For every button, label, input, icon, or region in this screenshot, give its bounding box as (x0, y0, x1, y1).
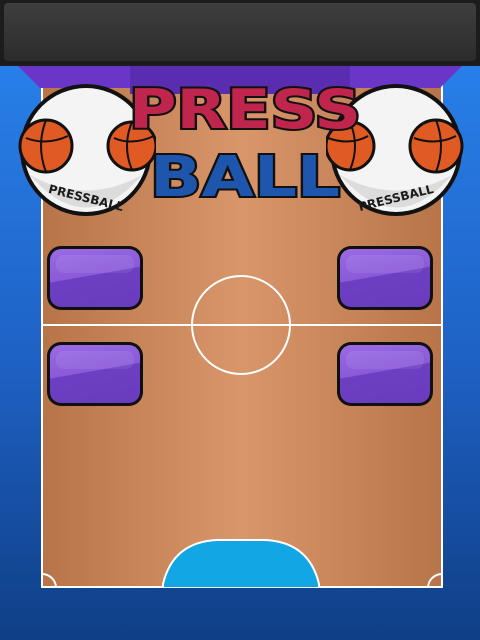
corner-arc-right (427, 573, 443, 588)
paddle-top-left[interactable] (47, 246, 143, 310)
goal-zone (162, 539, 320, 588)
paddle-bottom-left[interactable] (47, 342, 143, 406)
logo-title-line1: PRESS (129, 78, 361, 141)
top-bar-panel (4, 3, 476, 61)
game-logo: PRESS BALL (120, 70, 370, 212)
paddle-bottom-right[interactable] (337, 342, 433, 406)
logo-title-line2: BALL (150, 145, 340, 210)
paddle-top-right[interactable] (337, 246, 433, 310)
top-bar (0, 0, 480, 66)
corner-arc-left (41, 573, 57, 588)
